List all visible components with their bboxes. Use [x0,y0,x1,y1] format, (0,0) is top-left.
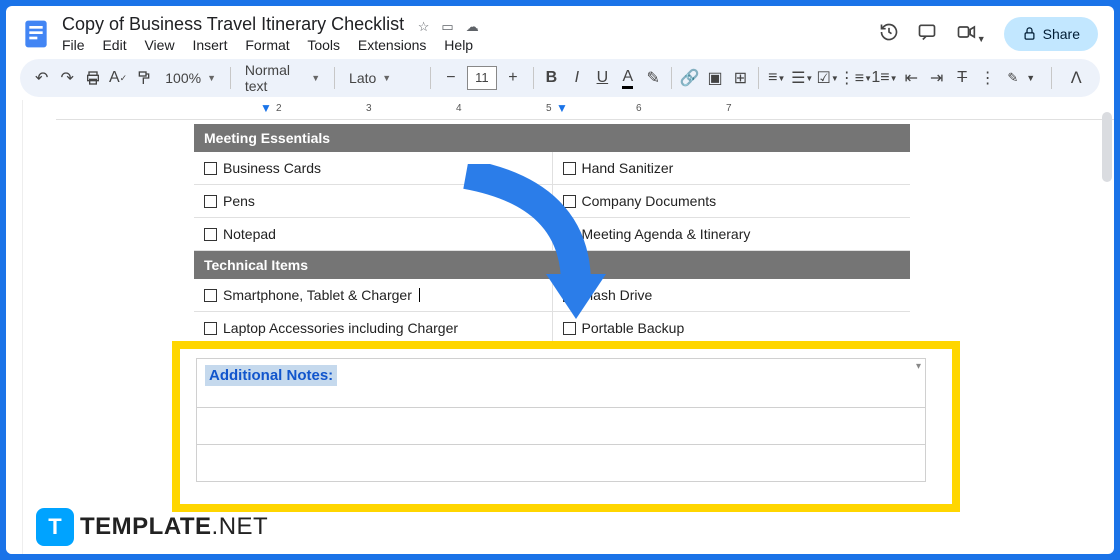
docs-logo[interactable] [18,16,54,52]
menu-edit[interactable]: Edit [102,37,126,53]
notes-row[interactable] [196,445,926,482]
star-icon[interactable]: ☆ [418,19,430,35]
checkbox-icon[interactable] [204,162,217,175]
zoom-select[interactable]: 100%▼ [157,64,224,92]
scrollbar-thumb[interactable] [1102,112,1112,182]
checkbox-icon[interactable] [204,228,217,241]
checkbox-icon[interactable] [204,322,217,335]
text-cursor [419,288,420,302]
indent-marker-left[interactable]: ▼ [260,101,272,115]
spellcheck-button[interactable]: A✓ [106,64,129,92]
scrollbar[interactable] [1102,102,1112,494]
redo-button[interactable]: ↷ [55,64,78,92]
left-ruler [6,100,23,554]
bold-button[interactable]: B [540,64,563,92]
font-size-input[interactable]: 11 [467,66,497,90]
document-page[interactable]: Meeting Essentials Business CardsHand Sa… [194,124,910,345]
comment-button[interactable]: ⊞ [729,64,752,92]
align-button[interactable]: ≡▼ [765,64,788,92]
numbered-list-button[interactable]: 1≡▼ [871,64,897,92]
share-button[interactable]: Share [1004,17,1098,51]
ruler[interactable]: ▼ 2 3 4 ▼ 5 6 7 [56,101,1114,120]
menubar: File Edit View Insert Format Tools Exten… [62,35,871,53]
checkbox-icon[interactable] [563,195,576,208]
bullet-list-button[interactable]: ⋮≡▼ [841,64,869,92]
more-button[interactable]: ⋮ [976,64,999,92]
brand-icon: T [36,508,74,546]
checklist-button[interactable]: ☑▼ [816,64,839,92]
meet-icon[interactable]: ▼ [955,22,986,45]
text-color-button[interactable]: A [616,64,639,92]
table-menu-icon[interactable]: ▾ [916,361,921,372]
checkbox-icon[interactable] [204,195,217,208]
notes-row[interactable] [196,408,926,445]
style-select[interactable]: Normal text▼ [237,64,328,92]
insert-image-button[interactable]: ▣ [703,64,726,92]
checkbox-icon[interactable] [204,289,217,302]
checkbox-icon[interactable] [563,228,576,241]
link-button[interactable]: 🔗 [678,64,701,92]
menu-view[interactable]: View [144,37,174,53]
line-spacing-button[interactable]: ☰▼ [790,64,813,92]
paint-format-button[interactable] [132,64,155,92]
checkbox-icon[interactable] [563,322,576,335]
menu-tools[interactable]: Tools [307,37,340,53]
highlight-button[interactable]: ✎ [642,64,665,92]
brand-watermark: T TEMPLATE.NET [36,508,268,546]
history-icon[interactable] [879,22,899,45]
comments-icon[interactable] [917,22,937,45]
menu-extensions[interactable]: Extensions [358,37,426,53]
notes-label: Additional Notes: [205,365,337,386]
checkbox-icon[interactable] [563,289,576,302]
undo-button[interactable]: ↶ [30,64,53,92]
move-icon[interactable]: ▭ [441,19,453,35]
collapse-button[interactable]: ᐱ [1062,64,1090,92]
cloud-icon[interactable]: ☁ [466,19,479,35]
font-select[interactable]: Lato▼ [341,64,424,92]
checkbox-icon[interactable] [563,162,576,175]
indent-marker-right[interactable]: ▼ [556,101,568,115]
editing-mode-button[interactable]: ✎▼ [1001,70,1041,86]
font-size-dec[interactable]: − [437,64,465,92]
font-size-inc[interactable]: + [499,64,527,92]
indent-dec-button[interactable]: ⇤ [900,64,923,92]
section-header: Technical Items [194,251,910,279]
clear-format-button[interactable]: T [950,64,973,92]
menu-file[interactable]: File [62,37,85,53]
toolbar: ↶ ↷ A✓ 100%▼ Normal text▼ Lato▼ − 11 + B… [20,59,1100,97]
share-label: Share [1043,26,1080,42]
underline-button[interactable]: U [591,64,614,92]
italic-button[interactable]: I [565,64,588,92]
notes-table[interactable]: Additional Notes: ▾ [196,358,926,482]
section-header: Meeting Essentials [194,124,910,152]
doc-title[interactable]: Copy of Business Travel Itinerary Checkl… [62,14,404,34]
menu-help[interactable]: Help [444,37,473,53]
menu-format[interactable]: Format [245,37,289,53]
print-button[interactable] [81,64,104,92]
indent-inc-button[interactable]: ⇥ [925,64,948,92]
menu-insert[interactable]: Insert [192,37,227,53]
